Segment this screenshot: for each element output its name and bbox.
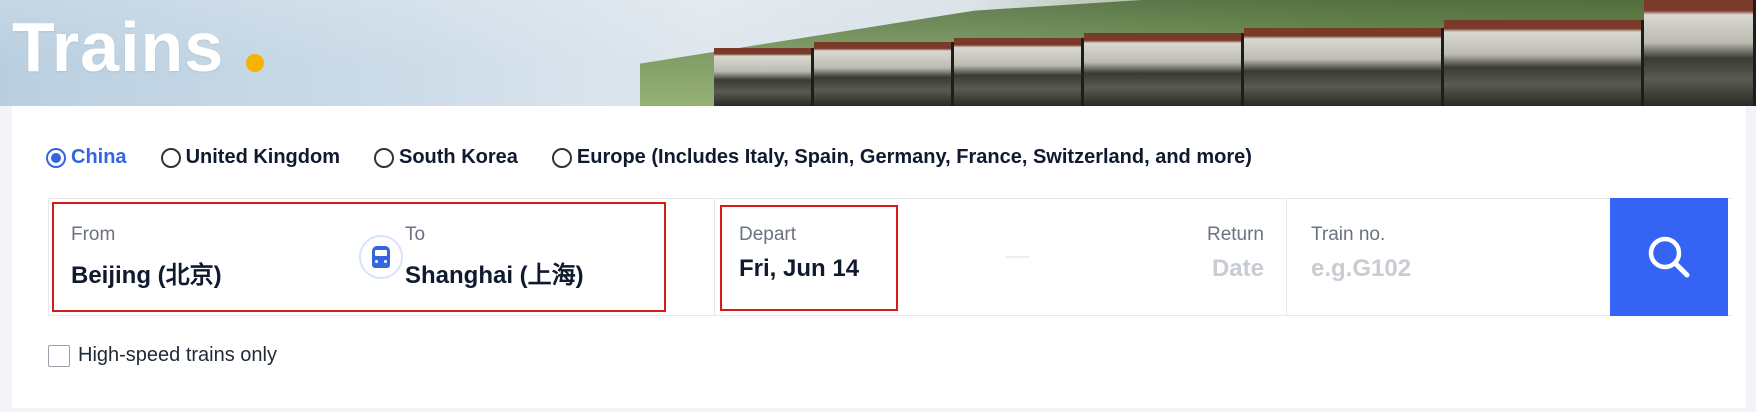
hero-train-car [714,48,814,106]
checkbox-icon[interactable] [48,344,70,367]
train-number-input[interactable]: e.g.G102 [1311,255,1411,283]
region-option-europe[interactable]: Europe (Includes Italy, Spain, Germany, … [551,146,1252,169]
radio-icon[interactable] [160,147,181,168]
hero-train-car [814,42,954,106]
search-button[interactable] [1610,198,1728,316]
region-label: Europe (Includes Italy, Spain, Germany, … [576,146,1252,168]
from-to-group: From Beijing (北京) To Shanghai (上海) [49,199,715,315]
train-swap-icon [372,246,390,268]
radio-icon[interactable] [374,147,394,168]
title-dot-icon [246,54,264,72]
depart-label: Depart [739,224,797,245]
return-label: Return [1206,224,1264,245]
region-label: China [71,146,127,168]
to-field[interactable]: To Shanghai (上海) [405,199,705,315]
train-search-card: China United Kingdom South Korea Europe … [12,106,1746,408]
radio-icon[interactable] [551,147,572,168]
region-option-united-kingdom[interactable]: United Kingdom [160,146,340,169]
return-placeholder[interactable]: Date [1212,255,1264,283]
hero-train-car [1444,20,1644,106]
search-icon [1648,236,1690,278]
hero-train-car [1084,33,1244,106]
train-number-field[interactable]: Train no. e.g.G102 [1287,199,1599,315]
from-field[interactable]: From Beijing (北京) [49,199,349,315]
high-speed-only-checkbox[interactable]: High-speed trains only [48,344,277,367]
to-value[interactable]: Shanghai (上海) [405,255,584,290]
to-label: To [405,224,426,245]
train-number-label: Train no. [1311,224,1386,245]
region-selector: China United Kingdom South Korea Europe … [46,146,1286,169]
region-label: United Kingdom [185,146,340,168]
from-label: From [71,224,116,245]
search-fields: From Beijing (北京) To Shanghai (上海) Depar… [48,198,1732,316]
hero-banner: Trains [0,0,1756,106]
page-title: Trains [12,8,225,86]
depart-value[interactable]: Fri, Jun 14 [739,255,859,283]
hero-train-car [1644,0,1756,106]
dates-group: Depart Fri, Jun 14 Return Date [715,199,1287,315]
high-speed-only-label: High-speed trains only [78,344,277,366]
swap-stations-button[interactable] [359,235,403,279]
region-option-south-korea[interactable]: South Korea [374,146,518,169]
hero-train-car [1244,28,1444,106]
from-value[interactable]: Beijing (北京) [71,255,222,290]
date-separator [1005,256,1029,258]
region-option-china[interactable]: China [46,146,127,169]
radio-selected-icon[interactable] [46,147,66,168]
region-label: South Korea [399,146,518,168]
depart-field[interactable]: Depart Fri, Jun 14 [715,199,905,315]
return-field[interactable]: Return Date [1104,199,1264,315]
hero-train-car [954,38,1084,106]
